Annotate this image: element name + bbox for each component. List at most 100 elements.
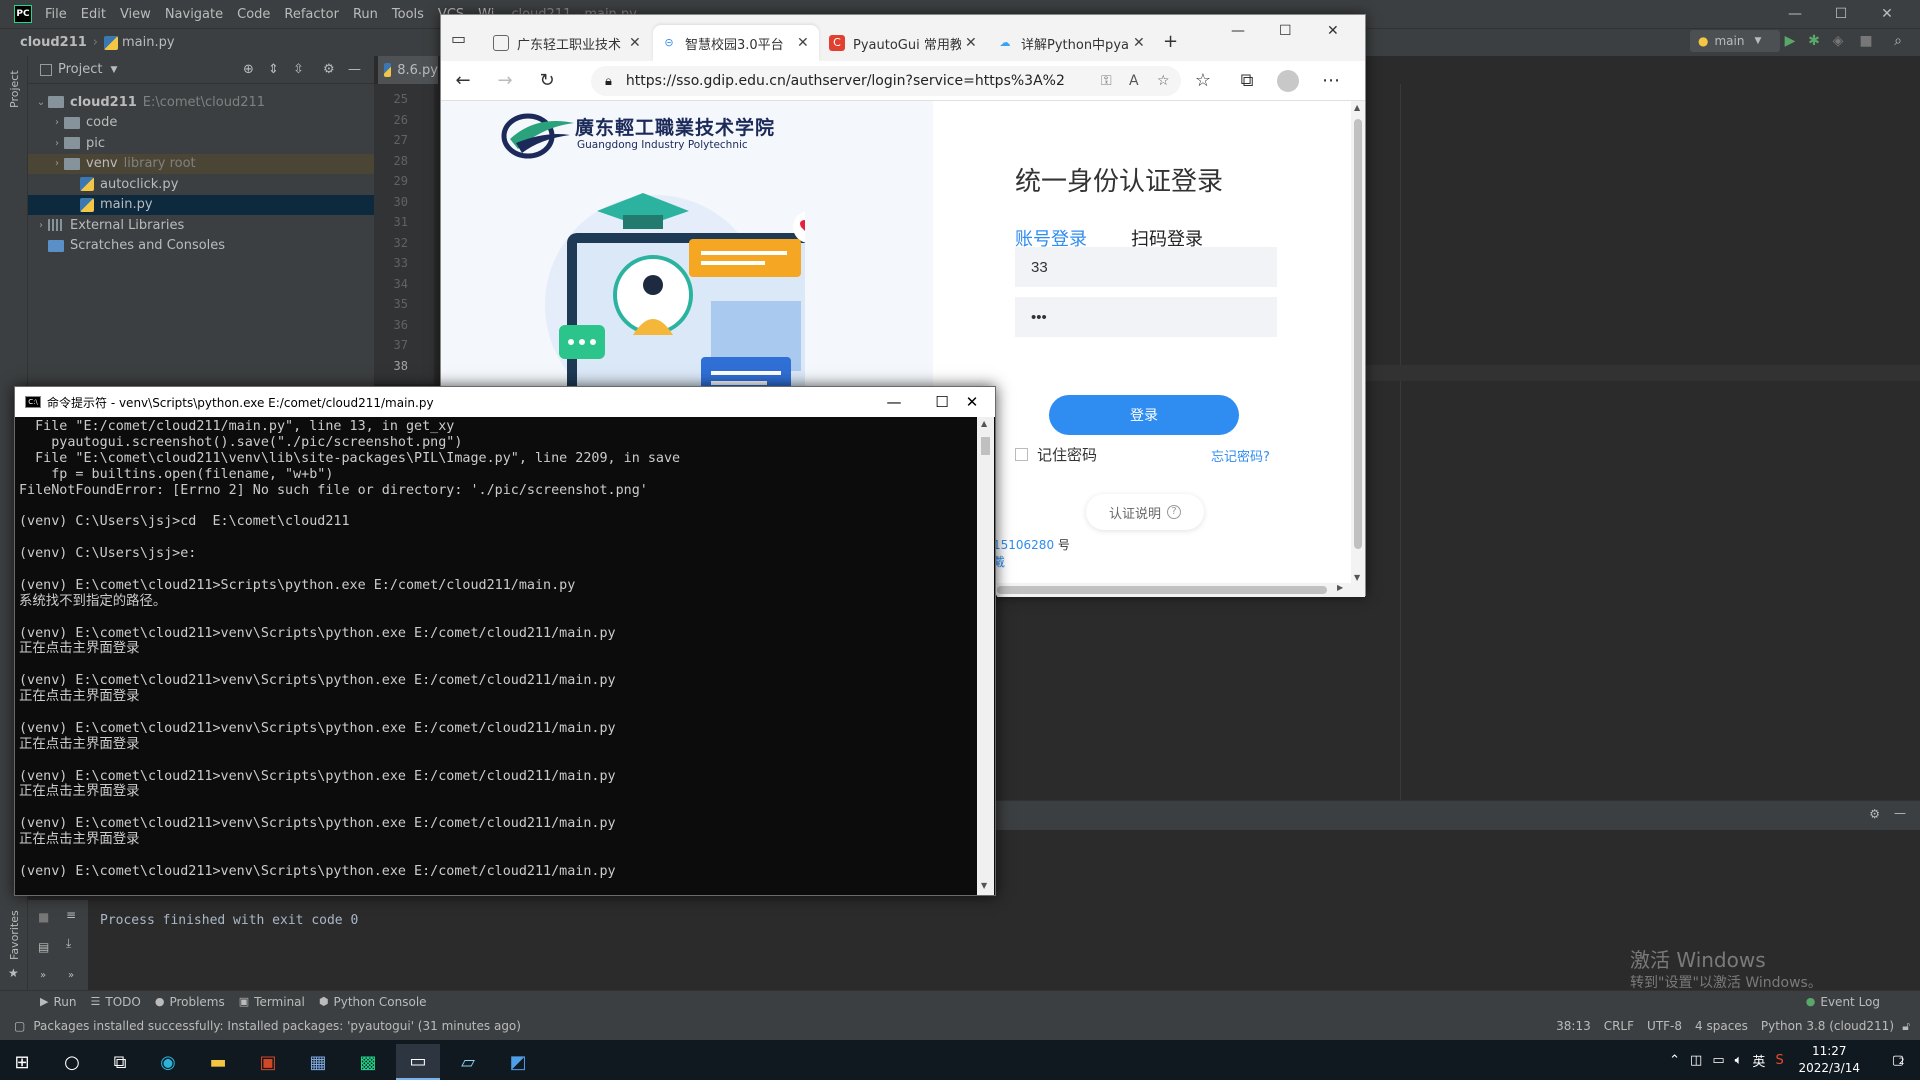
collapse-all-icon[interactable]: ⇳ xyxy=(293,62,304,77)
tool-tab-problems[interactable]: ● Problems xyxy=(155,995,225,1009)
stop-icon[interactable]: ■ xyxy=(1858,33,1874,49)
address-bar[interactable]: 🔒︎ https://sso.gdip.edu.cn/authserver/lo… xyxy=(591,66,1181,96)
start-icon[interactable]: ⊞ xyxy=(0,1044,44,1080)
expand-all-icon[interactable]: ⇕ xyxy=(268,62,279,77)
chevron-right-icon[interactable]: › xyxy=(34,220,48,231)
stop-icon[interactable]: ■ xyxy=(38,910,49,924)
coverage-icon[interactable]: ◈ xyxy=(1830,33,1846,49)
forward-icon[interactable]: → xyxy=(495,71,515,91)
scroll-to-end-icon[interactable]: ⤓ xyxy=(66,936,71,951)
security-icon[interactable]: ◫ xyxy=(1690,1053,1702,1068)
browser-close-button[interactable]: ✕ xyxy=(1327,23,1339,39)
browser-tab-4[interactable]: ☁ 详解Python中pyau ✕ xyxy=(989,25,1155,61)
tree-item[interactable]: autoclick.py xyxy=(28,174,374,194)
tree-item[interactable]: › code xyxy=(28,113,374,133)
username-input[interactable] xyxy=(1015,247,1277,287)
scroll-up-icon[interactable]: ▲ xyxy=(981,419,987,428)
more-icon[interactable]: » xyxy=(40,970,46,981)
tree-item[interactable]: › venv library root xyxy=(28,153,374,174)
lock-icon[interactable]: 🔓︎ xyxy=(1902,1019,1910,1034)
chevron-down-icon[interactable]: ⌄ xyxy=(34,97,48,108)
network-icon[interactable]: ▭ xyxy=(1712,1053,1724,1068)
login-button[interactable]: 登录 xyxy=(1049,395,1239,435)
status-line-separator[interactable]: CRLF xyxy=(1604,1019,1634,1033)
search-icon[interactable]: ⌕ xyxy=(1890,33,1906,49)
profile-avatar[interactable] xyxy=(1277,70,1299,92)
gear-icon[interactable]: ⚙ xyxy=(1869,807,1880,821)
search-icon[interactable]: ○ xyxy=(50,1044,94,1080)
tree-item[interactable]: ⌄ cloud211 E:\comet\cloud211 xyxy=(28,92,374,112)
scroll-up-icon[interactable]: ▲ xyxy=(1354,103,1360,112)
ide-close-button[interactable]: ✕ xyxy=(1864,0,1910,28)
tool-tab-python-console[interactable]: ⬢ Python Console xyxy=(319,995,427,1009)
gear-icon[interactable]: ⚙ xyxy=(323,62,335,77)
remember-password-label[interactable]: 记住密码 xyxy=(1037,444,1097,465)
scrollbar-thumb[interactable] xyxy=(981,437,990,455)
run-configuration-select[interactable]: ● main ▼ xyxy=(1690,30,1780,52)
system-clock[interactable]: 11:27 2022/3/14 xyxy=(1798,1043,1860,1077)
task-view-icon[interactable]: ⧉ xyxy=(98,1044,142,1080)
cmd-title-bar[interactable]: C:\ 命令提示符 - venv\Scripts\python.exe E:/c… xyxy=(15,387,995,417)
key-icon[interactable]: ⚿ xyxy=(1101,73,1112,89)
chevron-right-icon[interactable]: › xyxy=(50,117,64,128)
wrap-icon[interactable]: ≡ xyxy=(66,908,76,922)
locate-icon[interactable]: ⊕ xyxy=(243,62,254,77)
menu-view[interactable]: View xyxy=(113,7,158,22)
app-icon[interactable]: ▦ xyxy=(296,1044,340,1080)
cmd-console-output[interactable]: File "E:/comet/cloud211/main.py", line 1… xyxy=(19,419,975,893)
menu-refactor[interactable]: Refactor xyxy=(277,7,346,22)
menu-navigate[interactable]: Navigate xyxy=(158,7,230,22)
contact-phone-number[interactable]: 15106280 xyxy=(993,538,1054,552)
menu-tools[interactable]: Tools xyxy=(385,7,431,22)
page-horizontal-scrollbar[interactable]: ▶ xyxy=(997,583,1351,597)
cmd-close-button[interactable]: ✕ xyxy=(949,387,995,417)
project-panel-title[interactable]: Project xyxy=(58,62,102,77)
password-input[interactable] xyxy=(1015,297,1277,337)
tab-actions-icon[interactable]: ▭ xyxy=(451,29,466,48)
ide-maximize-button[interactable]: ☐ xyxy=(1818,0,1864,28)
photos-icon[interactable]: ◩ xyxy=(496,1044,540,1080)
ime-indicator[interactable]: 英 xyxy=(1752,1051,1765,1070)
pycharm-icon[interactable]: ▩ xyxy=(346,1044,390,1080)
layout-icon[interactable]: ▤ xyxy=(38,940,49,954)
debug-icon[interactable]: ✱ xyxy=(1806,33,1822,49)
forgot-password-link[interactable]: 忘记密码? xyxy=(1211,446,1270,465)
powerpoint-icon[interactable]: ▣ xyxy=(246,1044,290,1080)
breadcrumb-project[interactable]: cloud211 xyxy=(0,35,93,50)
tool-tab-todo[interactable]: ☰ TODO xyxy=(90,995,140,1009)
browser-maximize-button[interactable]: ☐ xyxy=(1279,23,1292,39)
status-interpreter[interactable]: Python 3.8 (cloud211) xyxy=(1761,1019,1894,1033)
refresh-icon[interactable]: ↻ xyxy=(537,71,557,91)
status-indent[interactable]: 4 spaces xyxy=(1695,1019,1748,1033)
scrollbar-thumb[interactable] xyxy=(997,586,1327,594)
page-vertical-scrollbar[interactable]: ▲ ▼ xyxy=(1351,101,1365,597)
browser-tab-3[interactable]: C PyautoGui 常用教程 ✕ xyxy=(821,25,987,61)
browser-minimize-button[interactable]: — xyxy=(1231,23,1245,39)
menu-file[interactable]: File xyxy=(38,7,74,22)
chevron-right-icon[interactable]: › xyxy=(50,158,64,169)
back-icon[interactable]: ← xyxy=(453,71,473,91)
hide-icon[interactable]: — xyxy=(1894,806,1906,820)
status-encoding[interactable]: UTF-8 xyxy=(1647,1019,1682,1033)
ide-minimize-button[interactable]: — xyxy=(1772,0,1818,28)
event-log-button[interactable]: ● Event Log xyxy=(1806,995,1880,1009)
new-tab-icon[interactable]: + xyxy=(1163,31,1178,52)
read-aloud-icon[interactable]: A xyxy=(1129,73,1139,89)
tree-item[interactable]: Scratches and Consoles xyxy=(28,236,374,256)
cmd-scrollbar[interactable]: ▲ ▼ xyxy=(977,417,994,895)
url-text[interactable]: https://sso.gdip.edu.cn/authserver/login… xyxy=(626,73,1066,89)
status-caret-position[interactable]: 38:13 xyxy=(1556,1019,1591,1033)
scroll-down-icon[interactable]: ▼ xyxy=(1354,573,1360,582)
notification-icon[interactable]: ▢ 2 xyxy=(1892,1053,1905,1068)
tool-tab-terminal[interactable]: ▣ Terminal xyxy=(239,995,305,1009)
scroll-down-icon[interactable]: ▼ xyxy=(981,881,987,890)
browser-tab-2[interactable]: ⊝ 智慧校园3.0平台 ✕ xyxy=(653,25,819,61)
tree-item[interactable]: › pic xyxy=(28,133,374,153)
editor-tab[interactable]: 8.6.py xyxy=(378,56,438,84)
tree-item[interactable]: main.py xyxy=(28,194,374,215)
breadcrumb-file[interactable]: main.py xyxy=(122,35,175,50)
project-tool-label[interactable]: Project xyxy=(8,70,21,108)
cmd-taskbar-icon[interactable]: ▭ xyxy=(396,1044,440,1080)
menu-run[interactable]: Run xyxy=(346,7,385,22)
favorites-tool-label[interactable]: Favorites xyxy=(8,910,21,960)
